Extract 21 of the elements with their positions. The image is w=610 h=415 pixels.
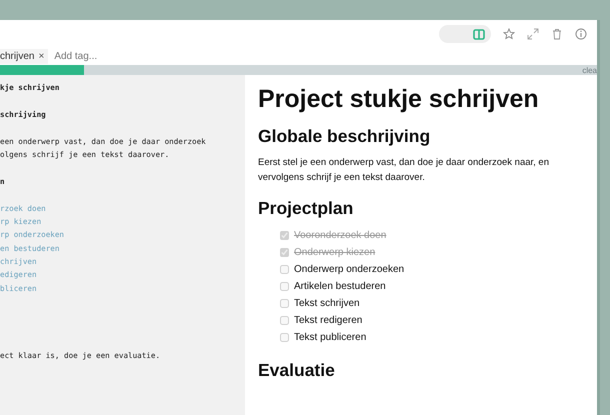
markdown-editor[interactable] <box>0 75 245 415</box>
trash-icon[interactable] <box>551 28 563 40</box>
task-label: Onderwerp kiezen <box>294 246 376 258</box>
document-title: Project stukje schrijven <box>258 85 540 114</box>
section-heading: Globale beschrijving <box>258 126 432 147</box>
section-heading: Evaluatie <box>258 360 336 381</box>
info-icon[interactable] <box>575 28 587 40</box>
task-label: Vooronderzoek doen <box>294 230 386 240</box>
columns-icon <box>473 28 485 40</box>
split-view-toggle[interactable] <box>439 25 491 43</box>
star-icon[interactable] <box>503 28 515 40</box>
task-label: Artikelen bestuderen <box>294 280 386 292</box>
task-label: Tekst schrijven <box>294 298 360 308</box>
task-label: Tekst redigeren <box>294 314 362 326</box>
remove-tag-button[interactable]: × <box>38 50 44 62</box>
tag-label: chrijven <box>0 50 34 62</box>
task-label: Tekst publiceren <box>294 332 366 342</box>
task-label: Onderwerp onderzoeken <box>294 264 404 274</box>
paragraph: Eerst stel je een onderwerp vast, dan doe je daar onderzoek naar, en vervolgens schrijf je een tekst daarover. <box>258 156 550 185</box>
section-heading: Projectplan <box>258 198 354 219</box>
expand-icon[interactable] <box>527 28 539 40</box>
